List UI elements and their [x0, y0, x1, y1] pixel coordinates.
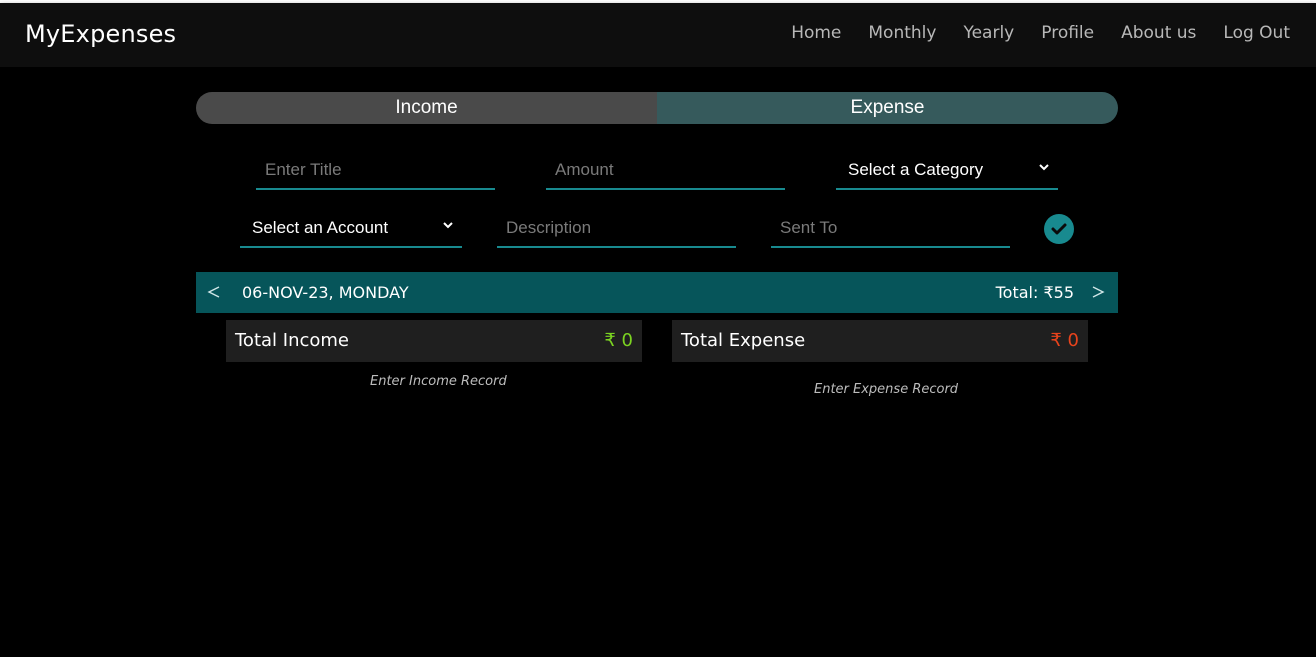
total-income-value: ₹ 0	[604, 330, 633, 351]
income-expense-toggle: Income Expense	[196, 92, 1118, 124]
day-total: Total: ₹55	[995, 283, 1074, 302]
nav-log-out[interactable]: Log Out	[1223, 23, 1290, 43]
nav-about-us[interactable]: About us	[1121, 23, 1196, 43]
nav-yearly[interactable]: Yearly	[963, 23, 1014, 43]
title-input[interactable]	[256, 152, 495, 190]
nav-links: Home Monthly Yearly Profile About us Log…	[791, 23, 1290, 43]
description-input[interactable]	[497, 210, 736, 248]
account-select[interactable]: Select an Account	[240, 210, 462, 248]
amount-input[interactable]	[546, 152, 785, 190]
navbar: MyExpenses Home Monthly Yearly Profile A…	[0, 3, 1316, 67]
category-select-value: Select a Category	[848, 160, 984, 179]
total-expense-label: Total Expense	[681, 330, 806, 351]
expense-empty-hint: Enter Expense Record	[814, 382, 959, 397]
app-root: MyExpenses Home Monthly Yearly Profile A…	[0, 3, 1316, 657]
chevron-right-icon[interactable]	[1090, 283, 1106, 301]
submit-button[interactable]	[1044, 214, 1074, 244]
income-tab[interactable]: Income	[196, 92, 657, 124]
expense-tab[interactable]: Expense	[657, 92, 1118, 124]
total-income-label: Total Income	[235, 330, 349, 351]
nav-profile[interactable]: Profile	[1041, 23, 1094, 43]
sent-to-input[interactable]	[771, 210, 1010, 248]
chevron-down-icon	[1039, 164, 1049, 171]
date-bar: 06-NOV-23, MONDAY Total: ₹55	[196, 272, 1118, 313]
brand-logo[interactable]: MyExpenses	[25, 20, 176, 48]
total-expense-value: ₹ 0	[1050, 330, 1079, 351]
total-expense-card: Total Expense ₹ 0	[672, 320, 1088, 362]
account-select-value: Select an Account	[252, 218, 389, 237]
total-income-card: Total Income ₹ 0	[226, 320, 642, 362]
nav-monthly[interactable]: Monthly	[868, 23, 936, 43]
income-empty-hint: Enter Income Record	[370, 374, 507, 389]
chevron-left-icon[interactable]	[206, 283, 222, 301]
nav-home[interactable]: Home	[791, 23, 841, 43]
current-date: 06-NOV-23, MONDAY	[242, 283, 409, 302]
category-select[interactable]: Select a Category	[836, 152, 1058, 190]
check-circle-icon	[1051, 223, 1067, 235]
chevron-down-icon	[443, 222, 453, 229]
